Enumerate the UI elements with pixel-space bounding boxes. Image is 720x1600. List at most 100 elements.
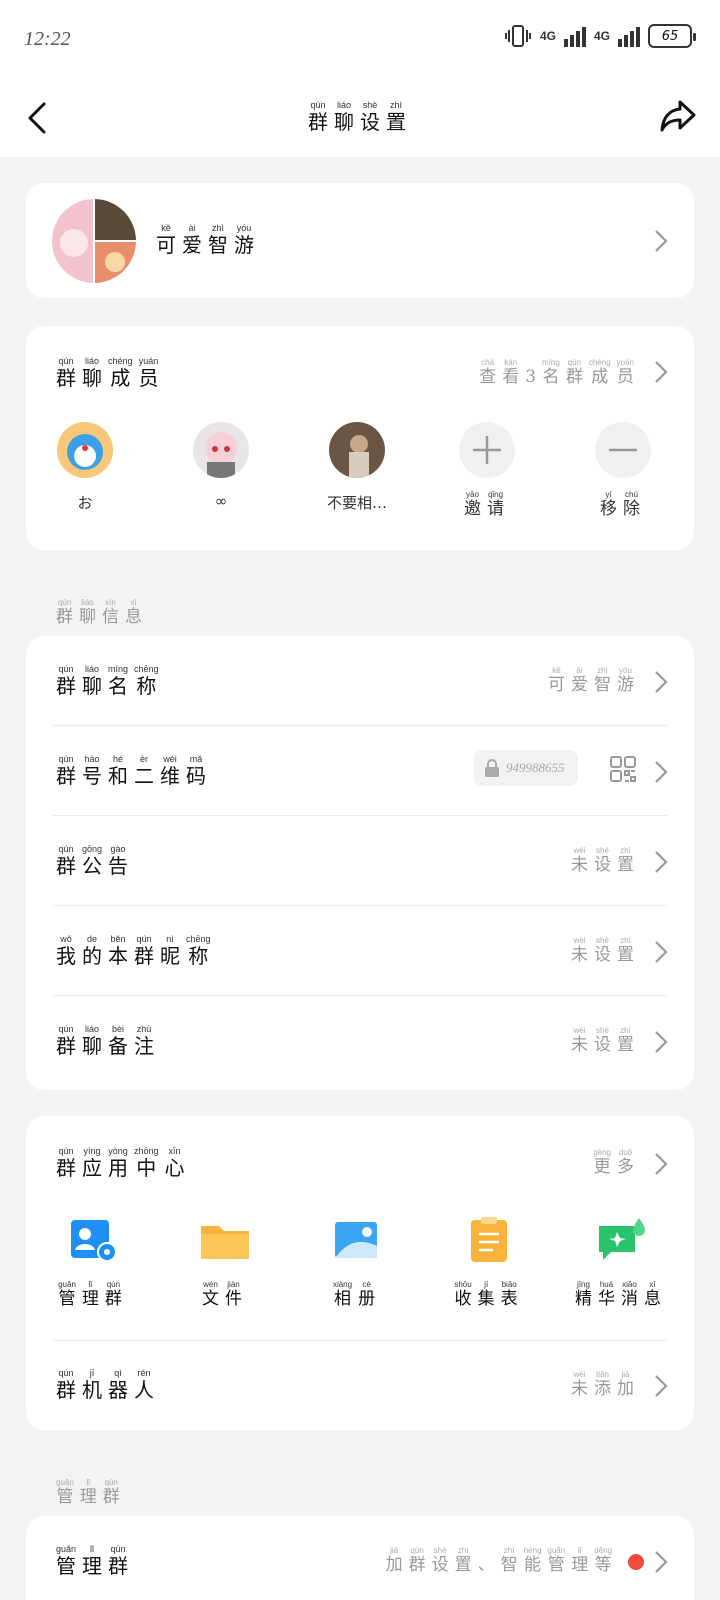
invite-button[interactable]: yāo 邀 qǐng 请 [442,422,532,519]
remark-row[interactable]: qún 群 liáo 聊 bèi 备 zhù 注 wèi 未 shè 设 zhì 置 [26,996,694,1086]
group-name-row[interactable]: qún 群 liáo 聊 míng 名 chēng 称 kě 可 ài 爱 zhì 智 yóu 游 [26,636,694,726]
pinyin-char: tiān 添 [594,1370,611,1399]
essence-message-icon [599,1218,645,1260]
pinyin-char: yuán 员 [616,358,634,387]
pinyin-char: guǎn 管 [56,1544,77,1578]
app-essence-message[interactable]: jīng 精 huá 华 xiāo 消 xī 息 [566,1216,676,1309]
pinyin-char: zhì 置 [617,1026,634,1055]
app-label: shōu 收 jí 集 biǎo 表 [434,1280,544,1309]
my-nickname-row[interactable]: wǒ 我 de 的 běn 本 qún 群 nì 昵 chēng 称 wèi 未 shè 设 zhì 置 [26,906,694,996]
chevron-right-icon [654,670,668,694]
share-button[interactable] [658,96,698,136]
pinyin-char: zhì 置 [617,846,634,875]
pinyin-char: qún 群 [56,356,76,390]
pinyin-char: qún 群 [565,358,583,387]
app-collection-form[interactable]: shōu 收 jí 集 biǎo 表 [434,1216,544,1309]
pinyin-char: jiā 加 [385,1546,403,1575]
member-item[interactable]: 不要相… [312,422,402,513]
pinyin-char: jiā 加 [617,1370,634,1399]
app-album[interactable]: xiàng 相 cè 册 [302,1216,412,1309]
pinyin-char: lǐ 理 [79,1478,97,1507]
chevron-right-icon [654,760,668,784]
section-label-manage-group: guǎn 管 lǐ 理 qún 群 [56,1478,126,1507]
notification-dot [628,1554,644,1570]
remove-button[interactable]: yí 移 chú 除 [578,422,668,519]
pinyin-char: lǐ 理 [82,1544,103,1578]
pinyin-char: chéng 成 [588,358,611,387]
pinyin-char: wèi 未 [571,1026,588,1055]
pinyin-char: gào 告 [108,844,129,878]
qrcode-icon[interactable] [610,756,636,782]
group-id-qrcode-row[interactable]: qún 群 hào 号 hé 和 èr 二 wéi 维 mǎ 码 949988655 [26,726,694,816]
pinyin-char: èr 二 [134,754,154,788]
pinyin-char: qún 群 [108,1544,129,1578]
group-info-card: qún 群 liáo 聊 míng 名 chēng 称 kě 可 ài 爱 zhì 智 yóu 游 qún 群… [26,636,694,1090]
pinyin-char: zhōng 中 [134,1146,159,1180]
pinyin-char: qì 器 [108,1368,128,1402]
app-manage-group[interactable]: guǎn 管 lǐ 理 qún 群 [38,1216,148,1309]
battery-level: 65 [661,28,679,44]
row-label: qún 群 liáo 聊 míng 名 chēng 称 [56,664,165,698]
pinyin-char: zhì 置 [454,1546,472,1575]
pinyin-char: yóu 游 [617,666,634,695]
invite-label: yāo 邀 qǐng 请 [442,490,532,519]
manage-group-row[interactable]: guǎn 管 lǐ 理 qún 群 jiā 加 qún 群 shè 设 zhì 置、 zhì 智 néng 能 g… [26,1516,694,1600]
pinyin-char: 、 [477,1555,495,1575]
group-robot-row[interactable]: qún 群 jī 机 qì 器 rén 人 wèi 未 tiān 添 jiā 加 [26,1340,694,1430]
pinyin-char: qǐng 请 [487,490,504,519]
signal-label-1: 4G [539,29,556,43]
vibrate-icon [504,25,531,47]
pinyin-char: xiàng 相 [332,1280,353,1309]
pinyin-char: guǎn 管 [58,1280,76,1309]
album-icon [335,1222,377,1258]
row-value: wèi 未 shè 设 zhì 置 [571,936,640,965]
pinyin-char: bèi 备 [108,1024,128,1058]
pinyin-char: guǎn 管 [56,1478,74,1507]
manage-group-card[interactable]: guǎn 管 lǐ 理 qún 群 jiā 加 qún 群 shè 设 zhì 置、 zhì 智 néng 能 g… [26,1516,694,1600]
battery-icon: 65 [648,24,696,48]
signal-label-2: 4G [593,29,610,43]
group-avatar [52,199,136,283]
minus-icon [595,422,651,478]
pinyin-char: liáo 聊 [82,356,102,390]
pinyin-char: nì 昵 [160,934,180,968]
announcement-row[interactable]: qún 群 gōng 公 gào 告 wèi 未 shè 设 zhì 置 [26,816,694,906]
row-value: jiā 加 qún 群 shè 设 zhì 置、 zhì 智 néng 能 guǎn 管 lǐ 理 děng 等 [386,1546,618,1575]
pinyin-char: yuán 员 [138,356,159,390]
pinyin-char: chēng 称 [186,934,211,968]
pinyin-char: zhù 注 [134,1024,154,1058]
pinyin-char: xī 息 [125,598,142,627]
pinyin-char: qún 群 [56,1368,76,1402]
member-item[interactable]: お [40,422,130,513]
status-icons: 4G 4G 65 [504,24,696,48]
status-time: 12:22 [24,28,71,50]
pinyin-char: kě 可 [548,666,565,695]
pinyin-char: 3 [525,367,537,387]
chevron-right-icon [654,1550,668,1574]
pinyin-char: kě 可 [156,223,176,257]
nav-bar: qún 群 liáo 聊 shè 设 zhì 置 [0,80,720,157]
app-files[interactable]: wén 文 jiàn 件 [170,1216,280,1309]
row-label: qún 群 gōng 公 gào 告 [56,844,134,878]
pinyin-char: qún 群 [56,1146,76,1180]
pinyin-char: ài 爱 [571,666,588,695]
more-apps-link[interactable]: gèng 更 duō 多 [593,1148,640,1177]
group-profile-card[interactable]: kě 可 ài 爱 zhì 智 yóu 游 [26,183,694,298]
pinyin-char: hào 号 [82,754,102,788]
member-item[interactable]: ∞ [176,422,266,510]
pinyin-char: shōu 收 [454,1280,472,1309]
pinyin-char: kàn 看 [502,358,520,387]
signal-bars-1-icon [563,25,586,47]
pinyin-char: qún 群 [308,100,328,134]
pinyin-char: chēng 称 [134,664,159,698]
pinyin-char: shè 设 [594,846,611,875]
pinyin-char: cè 册 [358,1280,376,1309]
pinyin-char: děng 等 [594,1546,612,1575]
view-all-members-link[interactable]: chá 查 kàn 看 3 míng 名 qún 群 chéng 成 yuán 员 [479,358,640,387]
pinyin-char: zhì 智 [208,223,228,257]
pinyin-char: qún 群 [102,1478,120,1507]
pinyin-char: yāo 邀 [464,490,481,519]
pinyin-char: qún 群 [408,1546,426,1575]
pinyin-char: xiāo 消 [621,1280,638,1309]
members-card: qún 群 liáo 聊 chéng 成 yuán 员 chá 查 kàn 看 3 míng 名 qún 群 c… [26,326,694,550]
